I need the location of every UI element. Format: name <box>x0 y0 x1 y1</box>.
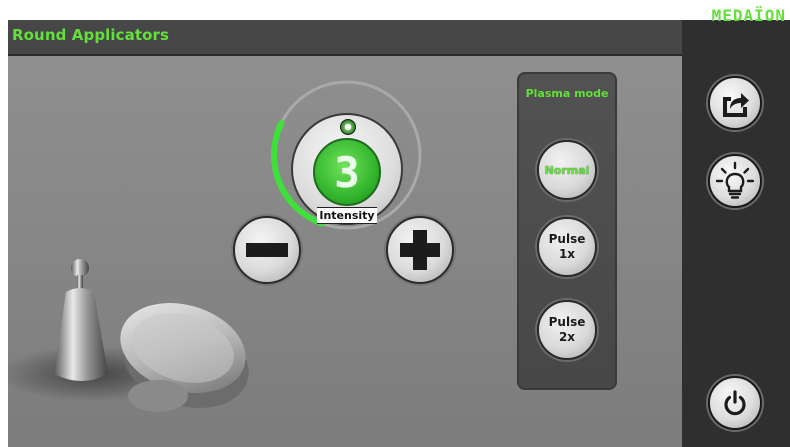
title-bar: Round Applicators <box>8 20 682 56</box>
mode-normal-button[interactable]: Normal <box>537 140 597 200</box>
share-button[interactable] <box>708 76 762 130</box>
plasma-mode-title: Plasma mode <box>525 87 609 100</box>
right-sidebar <box>682 54 790 447</box>
intensity-label: Intensity <box>317 207 377 224</box>
intensity-value: 3 <box>334 147 360 197</box>
device-frame: Round Applicators 3 Intensity Plasma mod… <box>8 20 790 447</box>
mode-pulse-2x-label: Pulse 2x <box>548 315 586 344</box>
round-applicator-image <box>8 259 249 412</box>
lightbulb-icon <box>715 161 755 199</box>
mode-pulse-1x-button[interactable]: Pulse 1x <box>537 217 597 277</box>
status-led <box>340 119 356 135</box>
share-icon <box>723 93 749 117</box>
decrease-intensity-button[interactable] <box>233 216 301 284</box>
mode-pulse-2x-button[interactable]: Pulse 2x <box>537 300 597 360</box>
page-title: Round Applicators <box>12 26 170 44</box>
mode-normal-label: Normal <box>544 163 590 177</box>
power-icon <box>724 390 746 416</box>
intensity-display: 3 <box>313 138 381 206</box>
power-button[interactable] <box>708 376 762 430</box>
brand-logo: MEDAÏON <box>711 6 786 25</box>
plus-icon <box>400 230 440 270</box>
minus-icon <box>246 243 288 257</box>
mode-pulse-1x-label: Pulse 1x <box>548 232 586 261</box>
light-button[interactable] <box>708 154 762 208</box>
increase-intensity-button[interactable] <box>386 216 454 284</box>
plasma-mode-panel: Plasma mode Normal Pulse 1x Pulse 2x <box>517 72 617 390</box>
